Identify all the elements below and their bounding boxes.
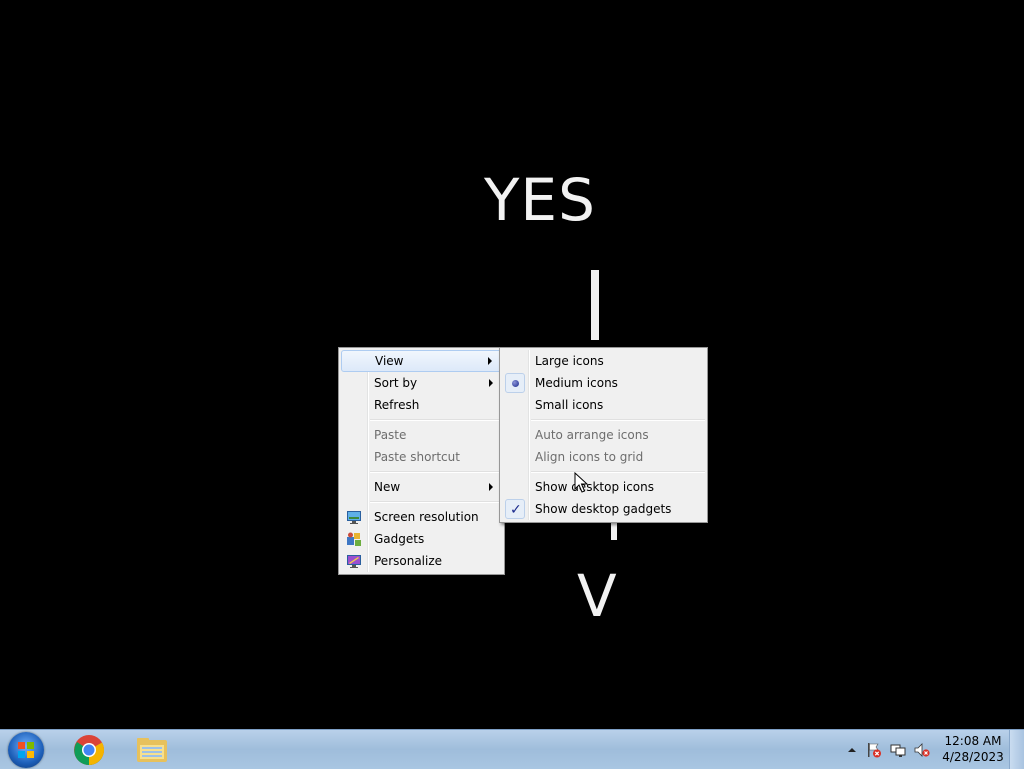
submenu-arrow-icon — [488, 357, 492, 365]
menu-item-sort-by[interactable]: Sort by — [341, 372, 502, 394]
menu-item-label: New — [374, 480, 401, 494]
wallpaper-bar-lower — [611, 520, 617, 540]
gadgets-icon — [347, 532, 361, 546]
screen-resolution-icon — [347, 511, 361, 524]
menu-separator — [370, 501, 502, 503]
menu-item-gadgets[interactable]: Gadgets — [341, 528, 502, 550]
menu-item-show-desktop-gadgets[interactable]: ✓ Show desktop gadgets — [502, 498, 705, 520]
menu-item-label: Refresh — [374, 398, 420, 412]
menu-separator — [370, 419, 502, 421]
show-hidden-icons-icon[interactable] — [844, 742, 860, 758]
menu-item-label: Medium icons — [535, 376, 618, 390]
mouse-cursor-icon — [574, 472, 588, 493]
wallpaper-bottom-text: V — [577, 562, 617, 630]
personalize-icon — [347, 555, 361, 568]
menu-item-show-desktop-icons[interactable]: Show desktop icons — [502, 476, 705, 498]
flag-yellow — [27, 751, 34, 758]
taskbar: 12:08 AM 4/28/2023 — [0, 729, 1024, 769]
flag-red — [18, 742, 25, 749]
menu-item-auto-arrange[interactable]: Auto arrange icons — [502, 424, 705, 446]
menu-item-label: Large icons — [535, 354, 604, 368]
menu-item-label: Show desktop icons — [535, 480, 655, 494]
taskbar-clock[interactable]: 12:08 AM 4/28/2023 — [940, 733, 1006, 765]
menu-item-label: Paste shortcut — [374, 450, 460, 464]
menu-item-label: Show desktop gadgets — [535, 502, 672, 516]
menu-item-label: Sort by — [374, 376, 418, 390]
menu-item-label: Auto arrange icons — [535, 428, 649, 442]
menu-item-label: Align icons to grid — [535, 450, 644, 464]
menu-item-personalize[interactable]: Personalize — [341, 550, 502, 572]
menu-item-medium-icons[interactable]: Medium icons — [502, 372, 705, 394]
chrome-icon[interactable] — [70, 732, 108, 768]
network-icon[interactable] — [890, 742, 906, 758]
radio-indicator — [505, 373, 525, 393]
menu-item-small-icons[interactable]: Small icons — [502, 394, 705, 416]
menu-item-refresh[interactable]: Refresh — [341, 394, 502, 416]
checkmark-icon: ✓ — [510, 502, 522, 518]
flag-green — [27, 742, 34, 749]
wallpaper-bar — [591, 270, 599, 340]
menu-item-label: Gadgets — [374, 532, 425, 546]
menu-separator — [531, 419, 705, 421]
menu-item-large-icons[interactable]: Large icons — [502, 350, 705, 372]
clock-date: 4/28/2023 — [942, 750, 1004, 764]
menu-item-label: Screen resolution — [374, 510, 479, 524]
wallpaper-top-text: YES — [484, 166, 596, 234]
menu-item-label: Small icons — [535, 398, 604, 412]
show-desktop-button[interactable] — [1009, 730, 1024, 769]
action-center-icon[interactable] — [866, 742, 882, 758]
windows-explorer-icon[interactable] — [133, 732, 171, 768]
menu-separator — [531, 471, 705, 473]
flag-blue — [18, 751, 25, 758]
menu-item-label: Paste — [374, 428, 407, 442]
menu-separator — [370, 471, 502, 473]
check-indicator: ✓ — [505, 499, 525, 519]
menu-item-label: Personalize — [374, 554, 443, 568]
submenu-arrow-icon — [489, 483, 493, 491]
menu-item-label: View — [375, 354, 404, 368]
menu-item-screen-resolution[interactable]: Screen resolution — [341, 506, 502, 528]
desktop-context-menu: View Sort by Refresh Paste Paste shortcu… — [338, 347, 505, 575]
volume-muted-icon[interactable] — [914, 742, 930, 758]
menu-item-align-to-grid[interactable]: Align icons to grid — [502, 446, 705, 468]
radio-dot-icon — [512, 380, 519, 387]
menu-item-view[interactable]: View — [341, 350, 502, 372]
start-orb-icon[interactable] — [8, 732, 44, 768]
menu-item-new[interactable]: New — [341, 476, 502, 498]
clock-time: 12:08 AM — [944, 734, 1002, 748]
menu-item-paste-shortcut[interactable]: Paste shortcut — [341, 446, 502, 468]
view-submenu: Large icons Medium icons Small icons Aut… — [499, 347, 708, 523]
menu-item-paste[interactable]: Paste — [341, 424, 502, 446]
submenu-arrow-icon — [489, 379, 493, 387]
